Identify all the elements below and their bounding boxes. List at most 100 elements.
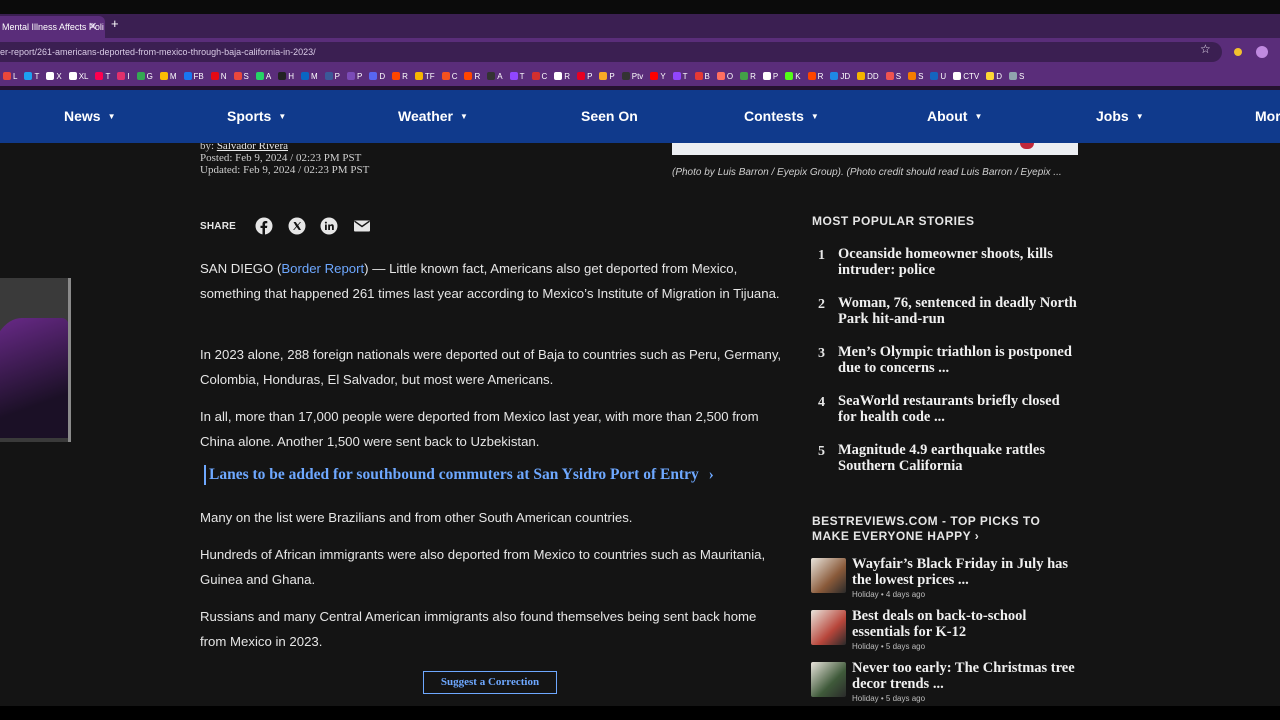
bookmark-item[interactable]: P <box>760 67 778 86</box>
bookmark-favicon-icon <box>807 72 816 80</box>
bookmark-favicon-icon <box>117 72 126 80</box>
bookmark-item[interactable]: DD <box>854 67 879 86</box>
bookmark-item[interactable]: R <box>805 67 824 86</box>
bookmark-item[interactable]: X <box>43 67 62 86</box>
bookmark-label: R <box>474 72 481 81</box>
bookmark-item[interactable]: T <box>670 67 688 86</box>
bookmark-item[interactable]: B <box>692 67 710 86</box>
bookmark-item[interactable]: P <box>344 67 362 86</box>
bookmark-item[interactable]: A <box>484 67 503 86</box>
bookmark-item[interactable]: T <box>21 67 39 86</box>
nav-item-sports[interactable]: Sports ▼ <box>227 90 286 143</box>
bookmark-item[interactable]: Ptv <box>619 67 643 86</box>
bookmark-item[interactable]: L <box>0 67 17 86</box>
bookmark-star-icon[interactable]: ☆ <box>1200 42 1211 56</box>
bookmark-label: S <box>1018 72 1025 81</box>
nav-item-weather[interactable]: Weather ▼ <box>398 90 468 143</box>
author-link[interactable]: Salvador Rivera <box>217 143 288 152</box>
bookmark-favicon-icon <box>857 72 866 80</box>
bookmark-label: H <box>288 72 294 81</box>
bookmark-label: D <box>379 72 386 81</box>
bookmark-item[interactable]: FB <box>181 67 204 86</box>
bookmark-item[interactable]: S <box>1006 67 1024 86</box>
bestreviews-thumbnail <box>811 610 846 645</box>
most-popular-heading: MOST POPULAR STORIES <box>812 214 975 228</box>
nav-item-label: Weather <box>398 108 453 124</box>
bookmark-favicon-icon <box>46 72 55 80</box>
bookmark-label: A <box>265 72 272 81</box>
bookmark-favicon-icon <box>414 72 423 80</box>
bookmark-item[interactable]: CTV <box>950 67 979 86</box>
bookmark-item[interactable]: G <box>134 67 153 86</box>
bookmark-item[interactable]: O <box>714 67 733 86</box>
bookmark-favicon-icon <box>183 72 192 80</box>
bookmark-item[interactable]: Y <box>647 67 666 86</box>
nav-item-more[interactable]: More <box>1255 90 1280 143</box>
bookmark-item[interactable]: N <box>208 67 227 86</box>
bookmark-favicon-icon <box>716 72 725 80</box>
bookmark-item[interactable]: P <box>574 67 592 86</box>
bookmark-item[interactable]: P <box>596 67 615 86</box>
bookmark-item[interactable]: R <box>461 67 480 86</box>
extension-icon[interactable] <box>1234 48 1242 56</box>
bookmark-item[interactable]: U <box>927 67 946 86</box>
bookmark-item[interactable]: M <box>157 67 177 86</box>
x-share-icon[interactable] <box>288 217 306 235</box>
linkedin-share-icon[interactable] <box>320 217 338 235</box>
bookmark-item[interactable]: P <box>322 67 340 86</box>
bookmark-item[interactable]: S <box>905 67 923 86</box>
bookmark-item[interactable]: D <box>983 67 1002 86</box>
nav-item-contests[interactable]: Contests ▼ <box>744 90 819 143</box>
tab-close-icon[interactable]: ✕ <box>88 16 97 38</box>
nav-item-jobs[interactable]: Jobs ▼ <box>1096 90 1144 143</box>
floating-video-player[interactable] <box>0 278 71 442</box>
address-bar[interactable]: er-report/261-americans-deported-from-me… <box>0 42 1222 62</box>
photo-caption: (Photo by Luis Barron / Eyepix Group). (… <box>672 167 1062 178</box>
bookmark-item[interactable]: S <box>231 67 249 86</box>
bookmark-item[interactable]: A <box>253 67 271 86</box>
related-article-link[interactable]: Lanes to be added for southbound commute… <box>204 465 714 485</box>
bookmark-item[interactable]: T <box>507 67 525 86</box>
bookmark-item[interactable]: C <box>529 67 547 86</box>
facebook-share-icon[interactable] <box>255 217 273 235</box>
chevron-down-icon: ▼ <box>278 112 287 121</box>
bookmark-item[interactable]: R <box>389 67 408 86</box>
bookmark-item[interactable]: JD <box>827 67 850 86</box>
profile-avatar-icon[interactable] <box>1256 46 1268 58</box>
bookmark-favicon-icon <box>621 72 630 80</box>
bookmark-favicon-icon <box>210 72 219 80</box>
bookmark-favicon-icon <box>369 72 378 80</box>
email-share-icon[interactable] <box>353 217 371 235</box>
bookmark-item[interactable]: I <box>114 67 130 86</box>
bookmark-item[interactable]: T <box>92 67 110 86</box>
new-tab-button[interactable]: + <box>111 16 119 31</box>
bestreviews-item[interactable]: Never too early: The Christmas tree deco… <box>811 660 1078 706</box>
bookmark-item[interactable]: TF <box>412 67 435 86</box>
bookmark-favicon-icon <box>740 72 749 80</box>
bookmark-favicon-icon <box>3 72 11 80</box>
nav-item-about[interactable]: About ▼ <box>927 90 982 143</box>
bookmark-item[interactable]: K <box>782 67 801 86</box>
bookmark-item[interactable]: H <box>275 67 294 86</box>
bookmark-item[interactable]: S <box>883 67 901 86</box>
suggest-correction-button[interactable]: Suggest a Correction <box>423 671 557 694</box>
border-report-link[interactable]: Border Report <box>281 261 364 276</box>
bookmark-item[interactable]: XL <box>66 67 88 86</box>
bookmark-item[interactable]: C <box>439 67 457 86</box>
bestreviews-heading[interactable]: BESTREVIEWS.COM - TOP PICKS TO MAKE EVER… <box>812 514 1078 544</box>
bookmark-item[interactable]: R <box>551 67 570 86</box>
bestreviews-item[interactable]: Best deals on back-to-school essentials … <box>811 608 1078 656</box>
bookmark-item[interactable]: M <box>298 67 318 86</box>
bookmark-label: R <box>817 72 824 81</box>
bookmark-favicon-icon <box>324 72 333 80</box>
bookmark-favicon-icon <box>930 72 939 80</box>
bookmark-item[interactable]: R <box>737 67 756 86</box>
bookmark-label: M <box>311 72 318 81</box>
bestreviews-item[interactable]: Wayfair’s Black Friday in July has the l… <box>811 556 1078 604</box>
browser-tab[interactable]: Mental Illness Affects Poli ✕ <box>0 16 105 38</box>
paragraph-2: In 2023 alone, 288 foreign nationals wer… <box>200 347 782 387</box>
nav-item-news[interactable]: News ▼ <box>64 90 116 143</box>
bookmark-item[interactable]: D <box>366 67 385 86</box>
bestreviews-title: Never too early: The Christmas tree deco… <box>852 660 1075 692</box>
nav-item-seen-on[interactable]: Seen On <box>581 90 638 143</box>
